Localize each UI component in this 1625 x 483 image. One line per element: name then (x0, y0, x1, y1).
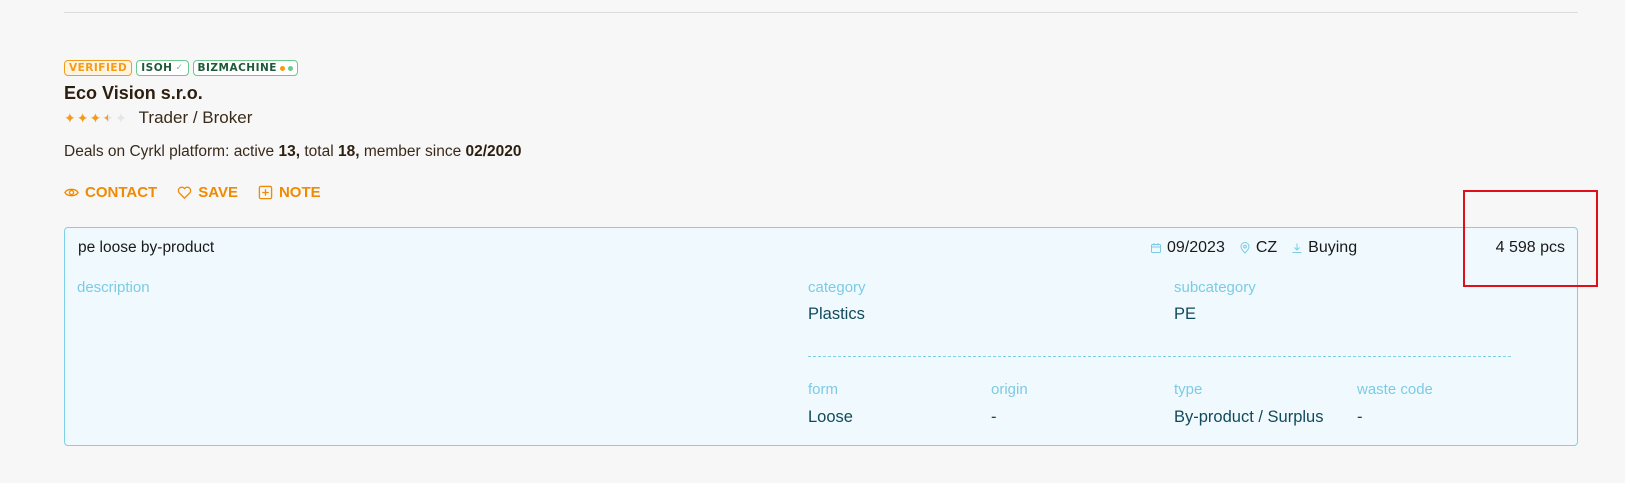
listing-title[interactable]: pe loose by-product (78, 239, 214, 257)
save-button[interactable]: SAVE (177, 184, 238, 201)
subcategory-value: PE (1174, 305, 1197, 323)
waste-code-label: waste code (1357, 381, 1433, 398)
form-value: Loose (808, 408, 853, 426)
status-dot-green-icon (287, 65, 293, 71)
type-value: By-product / Surplus (1174, 408, 1324, 426)
empty-star-icon: ✦ (114, 110, 127, 126)
origin-value: - (991, 408, 997, 426)
contact-button[interactable]: CONTACT (64, 184, 157, 201)
calendar-icon (1151, 243, 1161, 253)
category-value: Plastics (808, 305, 865, 323)
eye-icon (64, 188, 79, 197)
subcategory-label: subcategory (1174, 279, 1256, 296)
listing-direction: Buying (1291, 239, 1357, 257)
type-label: type (1174, 381, 1203, 398)
note-button[interactable]: NOTE (258, 184, 321, 201)
rating-row: ✦ ✦ ✦ ✦ ✦ Trader / Broker (64, 108, 252, 128)
status-dot-orange-icon (279, 65, 285, 71)
annotation-highlight-box (1463, 190, 1598, 287)
heart-icon (177, 186, 192, 200)
check-icon: ✓ (175, 63, 184, 73)
star-icon: ✦ (64, 110, 76, 126)
download-icon (1292, 243, 1302, 253)
origin-label: origin (991, 381, 1028, 398)
company-role: Trader / Broker (138, 108, 253, 127)
deals-summary: Deals on Cyrkl platform: active 13, tota… (64, 143, 522, 160)
badge-row: VERIFIED ISOH ✓ BIZMACHINE (64, 60, 298, 76)
star-icon: ✦ (89, 110, 102, 126)
section-divider (808, 356, 1511, 357)
description-label: description (77, 279, 150, 296)
member-since-date: 02/2020 (465, 143, 522, 160)
listing-meta: 09/2023 CZ Buying (1150, 239, 1357, 257)
verified-badge: VERIFIED (64, 60, 133, 76)
listing-country: CZ (1239, 239, 1277, 257)
half-star-icon: ✦ (102, 110, 114, 126)
listing-date: 09/2023 (1150, 239, 1225, 257)
action-bar: CONTACT SAVE NOTE (64, 184, 321, 201)
total-deals-count: 18, (337, 143, 360, 160)
company-name[interactable]: Eco Vision s.r.o. (64, 83, 203, 104)
active-deals-count: 13, (278, 143, 301, 160)
star-rating: ✦ ✦ ✦ ✦ ✦ (64, 110, 127, 126)
form-label: form (808, 381, 838, 398)
waste-code-value: - (1357, 408, 1363, 426)
isoh-badge: ISOH ✓ (136, 60, 189, 76)
plus-square-icon (258, 185, 273, 200)
listing-card[interactable]: pe loose by-product 09/2023 CZ Buying 4 … (64, 227, 1578, 446)
top-divider (64, 12, 1578, 13)
location-pin-icon (1240, 242, 1250, 254)
category-label: category (808, 279, 866, 296)
bizmachine-badge: BIZMACHINE (192, 60, 298, 76)
star-icon: ✦ (76, 110, 89, 126)
